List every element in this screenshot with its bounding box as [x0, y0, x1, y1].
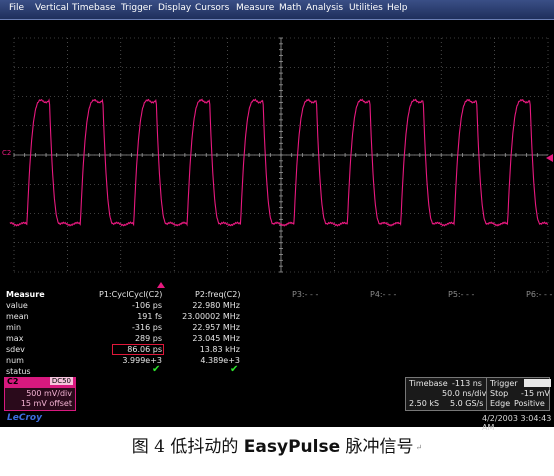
caption-latin: EasyPulse	[243, 437, 341, 457]
caption-suffix: 脉冲信号	[340, 437, 414, 457]
caption-prefix: 图 4 低抖动的	[131, 437, 244, 457]
row-label-min: min	[6, 323, 22, 332]
menu-cursors[interactable]: Cursors	[195, 3, 229, 13]
menu-help[interactable]: Help	[387, 3, 408, 13]
trigger-label: Trigger	[490, 379, 518, 388]
menu-trigger[interactable]: Trigger	[121, 3, 152, 13]
menu-display[interactable]: Display	[158, 3, 191, 13]
timebase-rate: 5.0 GS/s	[450, 399, 484, 408]
menu-math[interactable]: Math	[279, 3, 302, 13]
measure-title[interactable]: Measure	[6, 290, 45, 299]
trigger-type: Edge	[490, 399, 511, 408]
channel-body: 500 mV/div 15 mV offset	[4, 387, 76, 411]
figure-caption: 图 4 低抖动的 EasyPulse 脉冲信号 ↵	[0, 432, 554, 457]
menu-utilities[interactable]: Utilities	[349, 3, 383, 13]
channel-2-trace	[9, 98, 549, 227]
timebase-label: Timebase	[409, 379, 448, 388]
trigger-position-marker	[157, 282, 165, 288]
row-label-value: value	[6, 301, 28, 310]
paragraph-mark-icon: ↵	[415, 443, 423, 452]
channel-marker-label: C2	[2, 149, 11, 157]
p1-value: -106 ps	[132, 301, 162, 310]
date-time: 4/2/2003 3:04:43 AM	[482, 414, 552, 432]
menu-file[interactable]: File	[9, 3, 24, 13]
p5-header[interactable]: P5:- - -	[448, 290, 474, 299]
p2-mean: 23.00002 MHz	[182, 312, 240, 321]
p1-min: -316 ps	[132, 323, 162, 332]
p3-header[interactable]: P3:- - -	[292, 290, 318, 299]
timebase-delay: -113 ns	[452, 379, 482, 388]
trigger-mode: Stop	[490, 389, 509, 398]
waveform-grid: C2	[2, 37, 553, 273]
p2-status-check-icon: ✔	[230, 364, 239, 375]
trigger-source-badge: C2 DC	[524, 379, 552, 387]
p2-min: 22.957 MHz	[192, 323, 240, 332]
p1-max: 289 ps	[134, 334, 162, 343]
timebase-samples: 2.50 kS	[409, 399, 440, 408]
oscilloscope-screen: File Vertical Timebase Trigger Display C…	[0, 0, 554, 432]
lecroy-logo: LeCroy	[7, 413, 42, 423]
menu-analysis[interactable]: Analysis	[306, 3, 343, 13]
trigger-slope: Positive	[514, 399, 545, 408]
p1-mean: 191 fs	[137, 312, 162, 321]
channel-name: C2	[7, 377, 19, 386]
channel-header: C2 DC50	[4, 377, 76, 387]
channel-descriptor[interactable]: C2 DC50 500 mV/div 15 mV offset	[4, 377, 76, 411]
p2-header[interactable]: P2:freq(C2)	[195, 290, 240, 299]
row-label-mean: mean	[6, 312, 29, 321]
row-label-num: num	[6, 356, 24, 365]
menu-measure[interactable]: Measure	[236, 3, 274, 13]
p6-header[interactable]: P6:- - -	[526, 290, 552, 299]
trigger-level: -15 mV	[521, 389, 550, 398]
menu-timebase[interactable]: Timebase	[72, 3, 115, 13]
timebase-tdiv: 50.0 ns/div	[442, 389, 487, 398]
timebase-trigger-panel[interactable]: Timebase -113 ns 50.0 ns/div 2.50 kS 5.0…	[405, 377, 552, 411]
p2-max: 23.045 MHz	[192, 334, 240, 343]
menu-vertical[interactable]: Vertical	[35, 3, 69, 13]
channel-vdiv: 500 mV/div	[26, 389, 72, 398]
p1-status-check-icon: ✔	[152, 364, 161, 375]
row-label-max: max	[6, 334, 24, 343]
p4-header[interactable]: P4:- - -	[370, 290, 396, 299]
sdev-highlight-box	[112, 344, 164, 355]
channel-offset: 15 mV offset	[20, 399, 72, 408]
channel-coupling: DC50	[49, 377, 73, 385]
row-label-sdev: sdev	[6, 345, 25, 354]
row-label-status: status	[6, 367, 31, 376]
menu-bar: File Vertical Timebase Trigger Display C…	[0, 0, 554, 20]
p2-sdev: 13.83 kHz	[199, 345, 240, 354]
p1-header[interactable]: P1:CyclCycl(C2)	[99, 290, 162, 299]
p2-value: 22.980 MHz	[192, 301, 240, 310]
